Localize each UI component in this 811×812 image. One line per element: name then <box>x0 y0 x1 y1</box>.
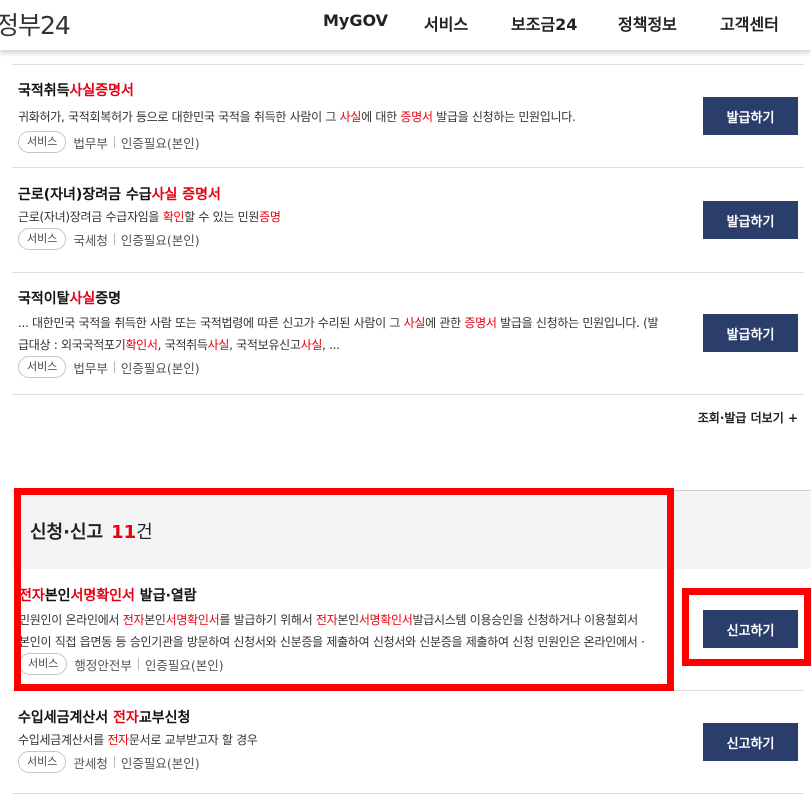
annotation-box-item <box>14 488 674 691</box>
keyword-highlight: 증명서 <box>400 110 433 124</box>
auth-required: 인증필요(본인) <box>120 135 200 151</box>
agency: 관세청 <box>73 755 108 771</box>
nav-customer-center[interactable]: 고객센터 <box>720 11 779 35</box>
text-segment: 증명 <box>95 291 122 307</box>
item-title[interactable]: 국적취득사실증명서 <box>18 80 678 100</box>
divider <box>12 167 804 168</box>
item-meta: 서비스 국세청 인증필요(본인) <box>18 228 678 250</box>
nav-service[interactable]: 서비스 <box>424 11 468 35</box>
divider <box>12 64 804 65</box>
list-item: 국적취득사실증명서 귀화허가, 국적회복허가 등으로 대한민국 국적을 취득한 … <box>18 80 678 153</box>
text-segment: 에 대한 <box>361 110 401 124</box>
item-desc: ... 대한민국 국적을 취득한 사람 또는 국적법령에 따른 신고가 수리된 … <box>18 312 673 334</box>
text-segment: 국적이탈 <box>18 291 70 307</box>
item-desc: 귀화허가, 국적회복허가 등으로 대한민국 국적을 취득한 사람이 그 사실에 … <box>18 106 678 128</box>
auth-required: 인증필요(본인) <box>120 232 200 248</box>
nav-mygov[interactable]: MyGOV <box>323 11 388 30</box>
keyword-highlight: 확인 <box>162 210 185 224</box>
item-meta: 서비스 법무부 인증필요(본인) <box>18 356 673 378</box>
keyword-highlight: 사실 <box>403 316 426 330</box>
list-item: 근로(자녀)장려금 수급사실 증명서 근로(자녀)장려금 수급자임을 확인할 수… <box>18 184 678 250</box>
agency: 법무부 <box>73 135 108 151</box>
keyword-highlight: 전자 <box>107 733 129 747</box>
auth-required: 인증필요(본인) <box>120 755 200 771</box>
logo[interactable]: 정부24 <box>0 6 71 42</box>
item-desc: 근로(자녀)장려금 수급자임을 확인할 수 있는 민원증명 <box>18 206 678 228</box>
keyword-highlight: 증명서 <box>464 316 497 330</box>
keyword-highlight: 사실증명서 <box>69 83 134 99</box>
nav-subsidy[interactable]: 보조금24 <box>511 11 577 35</box>
keyword-highlight: 사실 <box>69 291 96 307</box>
annotation-box-button <box>682 588 811 666</box>
service-tag: 서비스 <box>18 131 67 153</box>
auth-required: 인증필요(본인) <box>120 360 200 376</box>
text-segment: , 국적보유신고 <box>229 338 301 352</box>
separator <box>113 361 115 373</box>
item-desc-cont: 급대상 : 외국국적포기확인서, 국적취득사실, 국적보유신고사실, ... <box>18 334 673 356</box>
report-button[interactable]: 신고하기 <box>703 723 798 761</box>
issue-button[interactable]: 발급하기 <box>703 201 798 239</box>
text-segment: 교부신청 <box>138 710 191 726</box>
service-tag: 서비스 <box>18 356 67 378</box>
agency: 국세청 <box>73 232 108 248</box>
agency: 법무부 <box>73 360 108 376</box>
text-segment: , ... <box>322 338 340 352</box>
issue-button[interactable]: 발급하기 <box>703 314 798 352</box>
keyword-highlight: 확인서 <box>125 338 158 352</box>
item-meta: 서비스 관세청 인증필요(본인) <box>18 751 678 773</box>
keyword-highlight: 증명 <box>259 210 281 224</box>
text-segment: 에 관한 <box>425 316 465 330</box>
text-segment: 수입세금계산서를 <box>18 733 108 747</box>
text-segment: 할 수 있는 민원 <box>184 210 260 224</box>
keyword-highlight: 사실 <box>300 338 323 352</box>
item-title[interactable]: 근로(자녀)장려금 수급사실 증명서 <box>18 184 678 204</box>
text-segment: 근로(자녀)장려금 수급자임을 <box>18 210 163 224</box>
divider <box>12 272 804 273</box>
keyword-highlight: 사실 증명서 <box>151 187 221 203</box>
separator <box>113 756 115 768</box>
list-item: 국적이탈사실증명 ... 대한민국 국적을 취득한 사람 또는 국적법령에 따른… <box>18 288 673 378</box>
text-segment: 근로(자녀)장려금 수급 <box>18 187 152 203</box>
separator <box>113 233 115 245</box>
text-segment: 국적취득 <box>18 83 70 99</box>
service-tag: 서비스 <box>18 228 67 250</box>
text-segment: 발급을 신청하는 민원입니다. <box>432 110 576 124</box>
item-meta: 서비스 법무부 인증필요(본인) <box>18 131 678 153</box>
keyword-highlight: 사실 <box>207 338 230 352</box>
keyword-highlight: 전자 <box>113 710 139 726</box>
text-segment: , 국적취득 <box>157 338 208 352</box>
divider <box>12 793 804 794</box>
divider <box>12 394 804 395</box>
header: 정부24 MyGOV 서비스 보조금24 정책정보 고객센터 <box>0 0 811 50</box>
more-issue-link[interactable]: 조회·발급 더보기 + <box>698 409 798 426</box>
item-title[interactable]: 국적이탈사실증명 <box>18 288 673 308</box>
item-desc: 수입세금계산서를 전자문서로 교부받고자 할 경우 <box>18 729 678 751</box>
issue-button[interactable]: 발급하기 <box>703 97 798 135</box>
separator <box>113 136 115 148</box>
text-segment: 수입세금계산서 <box>18 710 114 726</box>
keyword-highlight: 사실 <box>339 110 362 124</box>
text-segment: ... 대한민국 국적을 취득한 사람 또는 국적법령에 따른 신고가 수리된 … <box>18 316 404 330</box>
item-title[interactable]: 수입세금계산서 전자교부신청 <box>18 707 678 727</box>
service-tag: 서비스 <box>18 751 67 773</box>
text-segment: 급대상 : 외국국적포기 <box>18 338 126 352</box>
text-segment: 귀화허가, 국적회복허가 등으로 대한민국 국적을 취득한 사람이 그 <box>18 110 340 124</box>
text-segment: 발급을 신청하는 민원입니다. (발 <box>496 316 659 330</box>
list-item: 수입세금계산서 전자교부신청 수입세금계산서를 전자문서로 교부받고자 할 경우… <box>18 707 678 773</box>
text-segment: 문서로 교부받고자 할 경우 <box>128 733 258 747</box>
nav-policy[interactable]: 정책정보 <box>618 11 677 35</box>
